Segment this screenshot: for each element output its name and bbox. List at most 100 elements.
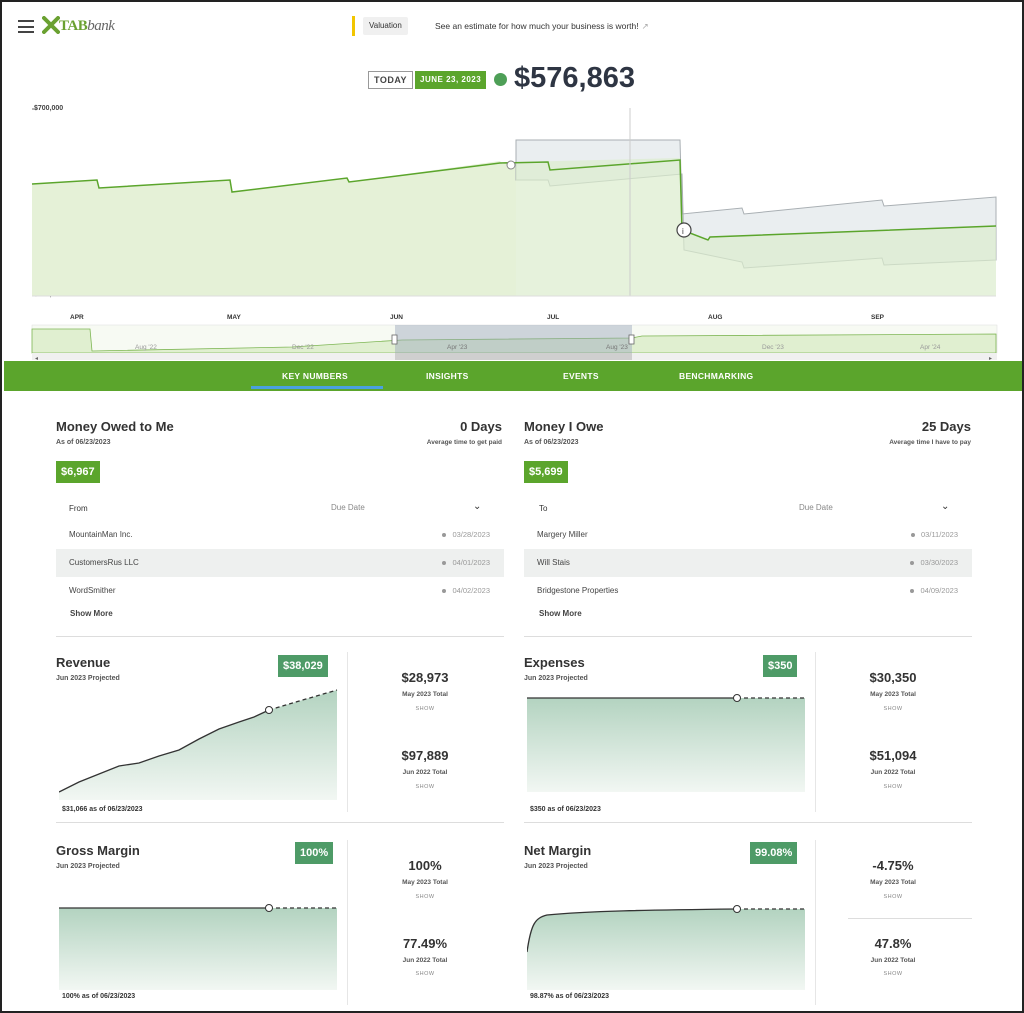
col-due-date[interactable]: Due Date <box>331 503 365 512</box>
revenue-asof: $31,066 as of 06/23/2023 <box>62 806 143 813</box>
chevron-down-icon[interactable]: ⌄ <box>941 501 949 512</box>
net-margin-sparkline[interactable] <box>527 904 807 990</box>
tab-bar: KEY NUMBERS INSIGHTS EVENTS BENCHMARKING <box>4 361 1022 391</box>
expenses-jun-value: $51,094 <box>869 748 917 763</box>
tab-insights[interactable]: INSIGHTS <box>426 361 469 391</box>
divider <box>524 822 972 823</box>
revenue-sparkline[interactable] <box>59 682 339 800</box>
table-row[interactable]: Bridgestone Properties 04/09/2023 <box>524 577 972 605</box>
today-button[interactable]: TODAY <box>368 71 414 89</box>
month-label: APR <box>70 314 84 321</box>
navigator-handle-right[interactable] <box>628 334 635 345</box>
divider <box>56 636 504 637</box>
event-marker[interactable] <box>676 222 692 238</box>
revenue-may-show[interactable]: SHOW <box>380 706 470 712</box>
gross-margin-title: Gross Margin <box>56 843 140 858</box>
revenue-jun-show[interactable]: SHOW <box>380 784 470 790</box>
expenses-marker <box>733 694 741 702</box>
table-row[interactable]: Will Stais 03/30/2023 <box>524 549 972 577</box>
net-margin-may-show[interactable]: SHOW <box>848 894 938 900</box>
expenses-title: Expenses <box>524 655 585 670</box>
divider <box>524 636 972 637</box>
navigator-selection[interactable] <box>395 325 632 353</box>
expenses-asof: $350 as of 06/23/2023 <box>530 806 601 813</box>
scroll-left-icon[interactable]: ◂ <box>35 356 38 360</box>
i-owe-as-of: As of 06/23/2023 <box>524 439 579 446</box>
divider <box>815 652 816 812</box>
tab-events[interactable]: EVENTS <box>563 361 599 391</box>
expenses-area <box>527 698 805 792</box>
valuation-accent-bar <box>352 16 355 36</box>
chevron-down-icon[interactable]: ⌄ <box>473 501 481 512</box>
i-owe-title: Money I Owe <box>524 419 604 434</box>
expenses-may-value: $30,350 <box>869 670 917 685</box>
month-label: AUG <box>708 314 723 321</box>
table-row[interactable]: Margery Miller 03/11/2023 <box>524 521 972 549</box>
divider <box>347 840 348 1005</box>
net-margin-jun-show[interactable]: SHOW <box>848 971 938 977</box>
logo-mark-icon <box>42 16 60 34</box>
net-margin-area <box>527 909 805 990</box>
gross-margin-jun-label: Jun 2022 Total <box>402 957 448 964</box>
gross-margin-jun-value: 77.49% <box>402 936 448 951</box>
active-tab-indicator <box>251 386 383 389</box>
table-row[interactable]: MountainMan Inc. 03/28/2023 <box>56 521 504 549</box>
revenue-jun-value: $97,889 <box>401 748 449 763</box>
tabbank-logo[interactable]: TABbank <box>42 14 132 40</box>
owed-to-me-as-of: As of 06/23/2023 <box>56 439 111 446</box>
net-margin-may-label: May 2023 Total <box>870 879 916 886</box>
month-label: JUL <box>547 314 560 321</box>
current-point-marker[interactable] <box>506 160 516 170</box>
table-row[interactable]: WordSmither 04/02/2023 <box>56 577 504 605</box>
divider <box>848 918 972 919</box>
divider <box>56 822 504 823</box>
net-margin-badge: 99.08% <box>750 842 798 864</box>
valuation-chart[interactable]: i ◂ ▸ <box>2 100 1022 360</box>
month-label: JUN <box>390 314 404 321</box>
net-margin-marker <box>733 905 741 913</box>
navigator-handle-left[interactable] <box>391 334 398 345</box>
gross-margin-jun-show[interactable]: SHOW <box>380 971 470 977</box>
i-owe-amount: $5,699 <box>524 461 568 483</box>
navigator-scrollbar-thumb[interactable] <box>395 353 632 360</box>
expenses-may-show[interactable]: SHOW <box>848 706 938 712</box>
tab-benchmarking[interactable]: BENCHMARKING <box>679 361 753 391</box>
gross-margin-may-label: May 2023 Total <box>402 879 448 886</box>
expenses-jun-show[interactable]: SHOW <box>848 784 938 790</box>
owed-to-me-show-more[interactable]: Show More <box>70 609 113 618</box>
month-label: SEP <box>871 314 885 321</box>
divider <box>347 652 348 812</box>
revenue-area <box>59 690 337 800</box>
navigator-label: Dec '23 <box>762 344 784 351</box>
i-owe-days: 25 Days <box>921 419 971 434</box>
owed-to-me-amount: $6,967 <box>56 461 100 483</box>
app-window: TABbank Valuation See an estimate for ho… <box>0 0 1024 1013</box>
expenses-sub: Jun 2023 Projected <box>524 675 588 682</box>
gross-margin-sparkline[interactable] <box>59 904 339 990</box>
revenue-badge: $38,029 <box>278 655 328 677</box>
business-value: $576,863 <box>514 62 635 94</box>
divider <box>815 840 816 1005</box>
expenses-sparkline[interactable] <box>527 692 807 792</box>
date-badge: JUNE 23, 2023 <box>415 71 487 89</box>
net-margin-jun-label: Jun 2022 Total <box>870 957 916 964</box>
i-owe-show-more[interactable]: Show More <box>539 609 582 618</box>
gross-margin-marker <box>265 904 273 912</box>
col-due-date[interactable]: Due Date <box>799 503 833 512</box>
scroll-right-icon[interactable]: ▸ <box>989 356 992 360</box>
hamburger-menu-icon[interactable] <box>18 20 34 33</box>
valuation-estimate-link[interactable]: See an estimate for how much your busine… <box>435 21 649 32</box>
gross-margin-may-show[interactable]: SHOW <box>380 894 470 900</box>
month-label: MAY <box>227 314 241 321</box>
revenue-may-label: May 2023 Total <box>402 691 448 698</box>
gross-margin-asof: 100% as of 06/23/2023 <box>62 993 136 1000</box>
col-from: From <box>69 504 88 513</box>
net-margin-may-value: -4.75% <box>872 858 914 873</box>
owed-to-me-title: Money Owed to Me <box>56 419 174 434</box>
gross-margin-sub: Jun 2023 Projected <box>56 863 120 870</box>
net-margin-jun-value: 47.8% <box>874 936 912 951</box>
table-row[interactable]: CustomersRus LLC 04/01/2023 <box>56 549 504 577</box>
i-owe-days-sub: Average time I have to pay <box>889 439 971 446</box>
valuation-tag: Valuation <box>363 17 408 35</box>
expenses-jun-label: Jun 2022 Total <box>870 769 916 776</box>
